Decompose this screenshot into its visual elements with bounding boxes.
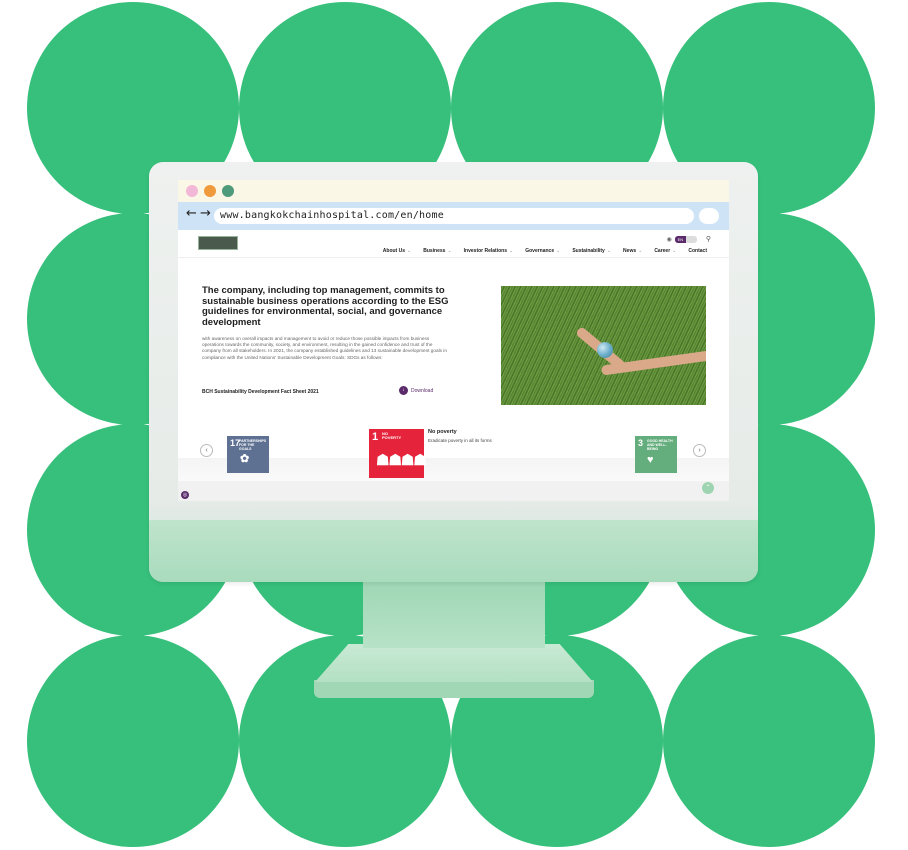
- chevron-down-icon: ⌄: [606, 248, 612, 254]
- sdg-number: 3: [638, 438, 644, 448]
- globe-icon: ◉: [666, 236, 672, 243]
- menu-item-contact[interactable]: Contact: [688, 248, 707, 254]
- menu-item-governance[interactable]: Governance ⌄: [525, 248, 560, 254]
- chevron-down-icon: ⌄: [447, 248, 452, 254]
- company-logo[interactable]: [198, 236, 238, 250]
- window-dot-orange[interactable]: [204, 185, 216, 197]
- monitor-stand-foot: [315, 644, 593, 682]
- download-icon[interactable]: ↓: [399, 386, 408, 395]
- intro-paragraph: with awareness on overall impacts and ma…: [202, 336, 447, 360]
- monitor-screen: ← → www.bangkokchainhospital.com/en/home…: [178, 180, 729, 501]
- chevron-down-icon: ⌄: [672, 248, 677, 254]
- url-input[interactable]: www.bangkokchainhospital.com/en/home: [214, 208, 694, 224]
- browser-titlebar: [178, 180, 729, 202]
- background-circle: [663, 635, 875, 847]
- sdg-number: 1: [372, 431, 379, 443]
- accessibility-button[interactable]: ◎: [181, 491, 189, 499]
- monitor-chin: [149, 520, 758, 582]
- hands-holding-globe-image: [501, 286, 706, 405]
- download-link[interactable]: Download: [411, 388, 433, 394]
- page-title: The company, including top management, c…: [202, 285, 449, 328]
- scroll-top-button[interactable]: ⌃: [702, 482, 714, 494]
- goal-title: No poverty: [428, 429, 457, 435]
- sdg-tile-17[interactable]: 17 PARTNERSHIPS FOR THE GOALS ✿: [227, 436, 269, 473]
- arrow-right-icon[interactable]: →: [200, 206, 211, 221]
- language-toggle[interactable]: EN: [674, 235, 697, 243]
- fact-sheet-label: BCH Sustainability Development Fact Shee…: [202, 389, 319, 395]
- background-circle: [27, 635, 239, 847]
- window-dot-pink[interactable]: [186, 185, 198, 197]
- browser-address-bar: ← → www.bangkokchainhospital.com/en/home: [178, 202, 729, 230]
- globe-ball: [597, 342, 613, 358]
- language-en[interactable]: EN: [674, 235, 686, 243]
- sdg-label: GOOD HEALTH AND WELL-BEING: [647, 439, 673, 451]
- site-header: ◉ EN ⚲ About Us ⌄ Business ⌄ Investor Rela…: [178, 230, 729, 258]
- monitor-stand-base: [314, 680, 594, 698]
- family-icon: ☗☗☗☗: [376, 452, 427, 469]
- menu-item-about-us[interactable]: About Us ⌄: [383, 248, 411, 254]
- language-switcher: ◉ EN ⚲: [667, 235, 711, 243]
- page-footer-strip: ◎ ⌃: [178, 481, 729, 501]
- arrow-left-icon[interactable]: ←: [186, 206, 197, 221]
- sdg-tile-1[interactable]: 1 NO POVERTY ☗☗☗☗: [369, 429, 427, 478]
- menu-item-sustainability[interactable]: Sustainability ⌄: [572, 248, 611, 254]
- monitor-stand-neck: [363, 582, 545, 648]
- chevron-down-icon: ⌄: [556, 248, 561, 254]
- window-dot-green[interactable]: [222, 185, 234, 197]
- chevron-down-icon: ⌄: [638, 248, 643, 254]
- browser-action-button[interactable]: [699, 208, 719, 224]
- chevron-left-icon[interactable]: ‹: [200, 444, 213, 457]
- menu-item-investor-relations[interactable]: Investor Relations ⌄: [464, 248, 514, 254]
- search-icon[interactable]: ⚲: [706, 235, 711, 243]
- menu-item-news[interactable]: News ⌄: [623, 248, 642, 254]
- sdg-tile-3[interactable]: 3 GOOD HEALTH AND WELL-BEING ♥: [635, 436, 677, 473]
- menu-item-career[interactable]: Career ⌄: [654, 248, 676, 254]
- chevron-down-icon: ⌄: [509, 248, 514, 254]
- sdg-label: NO POVERTY: [382, 431, 402, 440]
- chevron-right-icon[interactable]: ›: [693, 444, 706, 457]
- main-menu: About Us ⌄ Business ⌄ Investor Relations ⌄ …: [383, 248, 707, 254]
- flower-icon: ✿: [240, 453, 250, 465]
- heartbeat-icon: ♥: [647, 454, 654, 466]
- goal-description: Eradicate poverty in all its forms: [428, 438, 492, 443]
- menu-item-business[interactable]: Business ⌄: [423, 248, 451, 254]
- chevron-down-icon: ⌄: [407, 248, 412, 254]
- sdg-label: PARTNERSHIPS FOR THE GOALS: [239, 439, 267, 451]
